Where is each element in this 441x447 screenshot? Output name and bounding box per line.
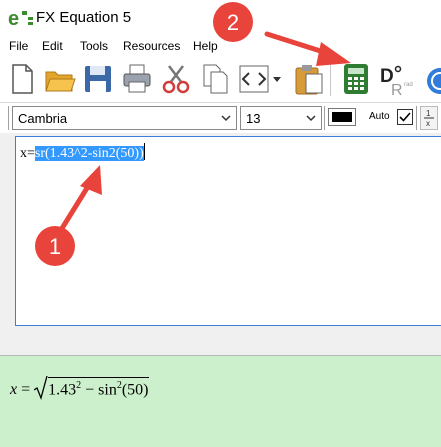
preview-panel: x = 1.432 − sin2(50) <box>0 356 441 447</box>
toolbar: D R rad <box>0 58 441 102</box>
font-size-select[interactable]: 13 <box>240 106 322 130</box>
equation-editor[interactable]: x=sr(1.43^2-sin2(50)) <box>15 136 441 326</box>
menu-edit[interactable]: Edit <box>42 39 63 53</box>
menu-tools[interactable]: Tools <box>80 39 108 53</box>
fraction-icon[interactable]: 1 x <box>420 106 438 130</box>
menu-help[interactable]: Help <box>193 39 218 53</box>
format-bar-grip <box>8 106 9 130</box>
math-minus: − <box>85 381 95 398</box>
save-icon[interactable] <box>82 62 114 96</box>
editor-prefix: x= <box>20 146 35 161</box>
font-family-value: Cambria <box>18 111 68 126</box>
window-title: FX Equation 5 <box>36 9 132 26</box>
svg-text:rad: rad <box>404 82 413 88</box>
cut-icon[interactable] <box>160 62 192 96</box>
new-file-icon[interactable] <box>6 62 38 96</box>
font-family-select[interactable]: Cambria <box>12 106 237 130</box>
math-argument: (50) <box>121 381 149 398</box>
math-variable: x <box>10 381 18 398</box>
degrees-radians-icon[interactable]: D R rad <box>378 62 414 96</box>
toolbar-separator <box>330 64 331 96</box>
paste-icon[interactable] <box>293 62 325 96</box>
font-size-value: 13 <box>246 111 261 126</box>
rendered-equation: x = 1.432 − sin2(50) <box>10 375 149 401</box>
help-globe-icon[interactable] <box>420 62 441 96</box>
svg-text:e: e <box>8 8 19 30</box>
print-icon[interactable] <box>121 62 153 96</box>
menu-file[interactable]: File <box>9 39 28 53</box>
svg-text:R: R <box>391 82 403 96</box>
menu-bar: File Edit Tools Resources Help <box>0 36 441 58</box>
format-bar: Cambria 13 Auto 1 x <box>0 102 441 133</box>
svg-text:1: 1 <box>426 109 431 118</box>
title-bar: e FX Equation 5 <box>0 0 441 36</box>
radical-sign-icon <box>33 375 48 401</box>
format-bar-separator <box>324 106 325 130</box>
text-color-swatch <box>332 112 352 122</box>
math-equals: = <box>21 381 31 398</box>
open-folder-icon[interactable] <box>44 62 76 96</box>
calculator-icon[interactable] <box>340 62 372 96</box>
copy-icon[interactable] <box>200 62 232 96</box>
insert-tag-dropdown-icon[interactable] <box>238 62 284 96</box>
editor-selected-text: sr(1.43^2-sin2(50)) <box>34 146 144 161</box>
chevron-down-icon <box>306 115 316 122</box>
radicand: 1.432 − sin2(50) <box>48 376 149 399</box>
math-func: sin <box>98 381 117 398</box>
auto-checkbox[interactable] <box>397 109 413 125</box>
chevron-down-icon <box>221 115 231 122</box>
menu-resources[interactable]: Resources <box>123 39 180 53</box>
format-bar-separator <box>416 106 417 130</box>
auto-label: Auto <box>369 111 390 122</box>
math-base: 1.43 <box>48 381 77 398</box>
app-logo-icon: e <box>8 8 33 30</box>
text-color-button[interactable] <box>328 108 356 126</box>
text-caret <box>143 143 145 160</box>
svg-text:x: x <box>426 119 430 128</box>
math-exponent-1: 2 <box>76 379 82 391</box>
